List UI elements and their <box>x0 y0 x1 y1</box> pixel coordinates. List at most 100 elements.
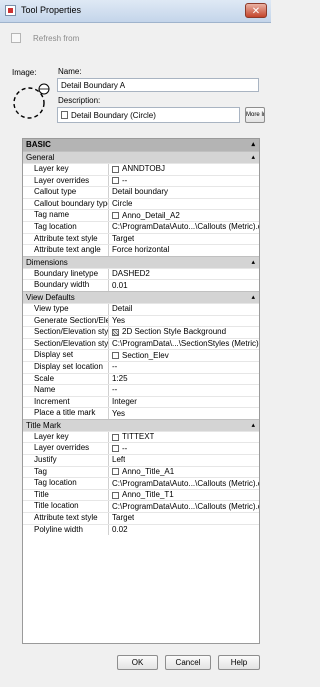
property-value[interactable]: 1:25 <box>109 374 128 385</box>
property-value[interactable]: -- <box>109 443 127 454</box>
document-icon <box>61 111 68 119</box>
property-name: Title location <box>23 501 109 513</box>
property-row[interactable]: Title Anno_Title_T1 <box>23 488 259 501</box>
property-row[interactable]: Tag name Anno_Detail_A2 <box>23 209 259 221</box>
cancel-button[interactable]: Cancel <box>165 655 211 670</box>
property-value-text: 0.01 <box>112 280 128 290</box>
property-name: Justify <box>23 455 109 466</box>
category-header[interactable]: Title Mark ▴ <box>23 418 259 432</box>
close-button[interactable]: ✕ <box>245 3 267 18</box>
property-row[interactable]: Justify Left <box>23 454 259 466</box>
property-value-text: Integer <box>112 396 137 406</box>
description-field[interactable]: Detail Boundary (Circle) <box>57 107 240 123</box>
property-row[interactable]: Display set Section_Elev <box>23 349 259 361</box>
property-name: Section/Elevation style <box>23 327 109 338</box>
refresh-from-checkbox[interactable] <box>11 33 21 43</box>
property-name: Callout type <box>23 187 109 198</box>
property-value[interactable]: -- <box>109 176 127 187</box>
property-value-text: -- <box>122 443 128 453</box>
property-row[interactable]: Attribute text angle Force horizontal <box>23 244 259 256</box>
property-value[interactable]: -- <box>109 362 117 373</box>
ok-button[interactable]: OK <box>117 655 158 670</box>
property-value[interactable]: Detail <box>109 304 132 315</box>
category-header[interactable]: General ▴ <box>23 151 259 163</box>
property-row[interactable]: Section/Elevation sty... C:\ProgramData\.… <box>23 337 259 350</box>
property-value-text: Target <box>112 233 135 243</box>
property-row[interactable]: Attribute text style Target <box>23 232 259 245</box>
category-label: Title Mark <box>26 420 61 430</box>
property-value[interactable]: Anno_Title_T1 <box>109 490 174 501</box>
collapse-icon[interactable]: ▴ <box>251 152 255 164</box>
property-row[interactable]: Attribute text style Target <box>23 512 259 524</box>
title-bar: Tool Properties ✕ <box>0 0 271 23</box>
property-row[interactable]: Layer key ANNDTOBJ <box>23 163 259 175</box>
property-row[interactable]: Display set location -- <box>23 360 259 373</box>
property-value[interactable]: 0.02 <box>109 525 128 536</box>
property-row[interactable]: Polyline width 0.02 <box>23 523 259 536</box>
property-name: Boundary width <box>23 280 109 291</box>
property-row[interactable]: Layer key TITTEXT <box>23 430 259 443</box>
collapse-icon[interactable]: ▴ <box>251 257 255 269</box>
property-value[interactable]: 2D Section Style Background <box>109 327 226 338</box>
name-field[interactable]: Detail Boundary A <box>57 78 259 92</box>
property-value[interactable]: ANNDTOBJ <box>109 164 165 175</box>
property-name: Tag location <box>23 221 109 233</box>
property-row[interactable]: Title location C:\ProgramData\Auto...\Cal… <box>23 500 259 513</box>
property-row[interactable]: Tag location C:\ProgramData\Auto...\Callo… <box>23 477 259 489</box>
property-name: Polyline width <box>23 524 109 536</box>
property-value[interactable]: Force horizontal <box>109 245 169 256</box>
property-row[interactable]: Increment Integer <box>23 395 259 408</box>
property-value[interactable]: Section_Elev <box>109 350 169 361</box>
property-value[interactable]: Integer <box>109 397 137 408</box>
category-header[interactable]: View Defaults ▴ <box>23 290 259 304</box>
property-name: Layer overrides <box>23 443 109 455</box>
property-grid[interactable]: BASIC ▴ General ▴ Layer key ANNDTOBJ Layer o… <box>22 138 260 644</box>
property-row[interactable]: Callout type Detail boundary <box>23 186 259 198</box>
property-row[interactable]: Boundary linetype DASHED2 <box>23 267 259 280</box>
property-value[interactable]: TITTEXT <box>109 432 154 443</box>
property-row[interactable]: Callout boundary type Circle <box>23 197 259 210</box>
property-row[interactable]: Tag location C:\ProgramData\Auto...\Callo… <box>23 220 259 233</box>
property-row[interactable]: Tag Anno_Title_A1 <box>23 465 259 478</box>
property-row[interactable]: Place a title mark Yes <box>23 407 259 419</box>
tool-image[interactable] <box>11 80 51 122</box>
property-value-text: C:\ProgramData\Auto...\Callouts (Metric)… <box>112 501 259 511</box>
property-name: Scale <box>23 373 109 385</box>
property-value[interactable]: -- <box>109 385 117 396</box>
block-icon <box>112 468 119 476</box>
property-row[interactable]: Generate Section/Ele... Yes <box>23 314 259 327</box>
property-value[interactable]: Left <box>109 455 125 466</box>
basic-section-header[interactable]: BASIC ▴ <box>23 139 259 151</box>
property-row[interactable]: Section/Elevation style 2D Section Style … <box>23 326 259 338</box>
property-value-text: Target <box>112 513 135 523</box>
property-row[interactable]: Name -- <box>23 384 259 396</box>
property-row[interactable]: Layer overrides -- <box>23 442 259 455</box>
property-value[interactable]: C:\ProgramData\Auto...\Callouts (Metric)… <box>109 222 259 233</box>
property-value[interactable]: Target <box>109 234 134 245</box>
property-value[interactable]: 0.01 <box>109 280 128 291</box>
property-row[interactable]: Scale 1:25 <box>23 372 259 385</box>
collapse-icon[interactable]: ▴ <box>251 292 255 304</box>
property-value[interactable]: Yes <box>109 316 125 327</box>
more-info-button[interactable]: More Info <box>245 107 265 123</box>
property-value[interactable]: Anno_Title_A1 <box>109 467 174 478</box>
property-value[interactable]: Detail boundary <box>109 187 168 198</box>
property-value[interactable]: Anno_Detail_A2 <box>109 210 180 221</box>
property-name: Place a title mark <box>23 408 109 419</box>
property-value[interactable]: Circle <box>109 199 132 210</box>
property-value[interactable]: C:\ProgramData\Auto...\Callouts (Metric)… <box>109 478 259 489</box>
property-value[interactable]: C:\ProgramData\Auto...\Callouts (Metric)… <box>109 501 259 512</box>
property-value[interactable]: C:\ProgramData\...\SectionStyles (Metric… <box>109 339 259 350</box>
property-value[interactable]: Yes <box>109 408 125 419</box>
property-row[interactable]: View type Detail <box>23 302 259 315</box>
property-value-text: C:\ProgramData\...\SectionStyles (Metric… <box>112 339 259 349</box>
property-value-text: Section_Elev <box>122 350 169 360</box>
collapse-icon[interactable]: ▴ <box>251 420 255 432</box>
help-button[interactable]: Help <box>218 655 260 670</box>
property-value[interactable]: DASHED2 <box>109 269 150 280</box>
collapse-icon[interactable]: ▴ <box>251 139 255 151</box>
property-value[interactable]: Target <box>109 513 134 524</box>
property-row[interactable]: Boundary width 0.01 <box>23 279 259 291</box>
property-row[interactable]: Layer overrides -- <box>23 174 259 187</box>
category-header[interactable]: Dimensions ▴ <box>23 255 259 269</box>
